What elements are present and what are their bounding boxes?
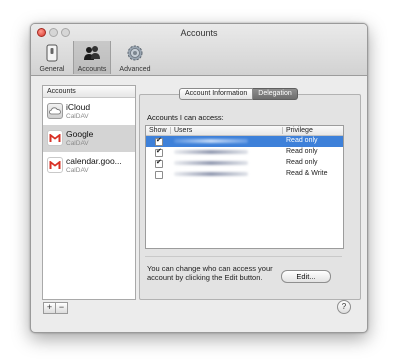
toolbar-general[interactable]: General bbox=[37, 41, 67, 74]
help-button[interactable]: ? bbox=[337, 300, 351, 314]
privilege-value: Read only bbox=[286, 159, 318, 166]
sidebar-account-icloud[interactable]: iCloud CalDAV bbox=[43, 98, 135, 125]
sidebar-account-google[interactable]: Google CalDAV bbox=[43, 125, 135, 152]
toolbar-advanced-label: Advanced bbox=[119, 66, 151, 73]
show-checkbox[interactable] bbox=[155, 171, 163, 179]
sidebar-account-calendar[interactable]: calendar.goo... CalDAV bbox=[43, 152, 135, 179]
divider bbox=[145, 256, 342, 257]
account-type: CalDAV bbox=[66, 140, 89, 147]
show-checkbox[interactable] bbox=[155, 147, 163, 157]
account-name: iCloud bbox=[66, 102, 91, 112]
account-name: Google bbox=[66, 129, 94, 139]
tab-bar: Account Information Delegation bbox=[179, 88, 298, 100]
edit-button[interactable]: Edit... bbox=[281, 270, 331, 283]
table-header: Show Users Privilege bbox=[146, 126, 343, 136]
accounts-sidebar: Accounts iCloud CalDAV Google CalDAV cal… bbox=[42, 85, 136, 300]
user-redacted bbox=[174, 161, 248, 165]
column-show[interactable]: Show bbox=[149, 126, 167, 135]
column-users[interactable]: Users bbox=[174, 126, 192, 135]
toolbar-advanced[interactable]: Advanced bbox=[115, 41, 155, 74]
user-redacted bbox=[174, 172, 248, 176]
toolbar-general-label: General bbox=[39, 66, 65, 73]
account-type: CalDAV bbox=[66, 113, 89, 120]
tab-delegation[interactable]: Delegation bbox=[253, 88, 298, 100]
accounts-access-label: Accounts I can access: bbox=[147, 113, 224, 122]
table-row[interactable]: Read only bbox=[146, 158, 343, 169]
privilege-value: Read & Write bbox=[286, 170, 328, 177]
advanced-gear-icon bbox=[126, 44, 144, 62]
accounts-people-icon bbox=[83, 44, 101, 62]
tab-account-information[interactable]: Account Information bbox=[179, 88, 254, 100]
delegation-table: Show Users Privilege Read only Read only… bbox=[145, 125, 344, 249]
edit-help-text: You can change who can access your accou… bbox=[147, 264, 273, 282]
toolbar-accounts-label: Accounts bbox=[77, 66, 107, 73]
gmail-icon bbox=[47, 157, 63, 173]
table-row[interactable]: Read only bbox=[146, 147, 343, 158]
table-row[interactable]: Read & Write bbox=[146, 169, 343, 180]
sidebar-header: Accounts bbox=[43, 86, 135, 98]
table-row[interactable]: Read only bbox=[146, 136, 343, 147]
accounts-window: Accounts General Accounts Advanced Accou… bbox=[30, 23, 368, 333]
privilege-value: Read only bbox=[286, 137, 318, 144]
column-privilege[interactable]: Privilege bbox=[286, 126, 313, 135]
window-title: Accounts bbox=[180, 28, 218, 38]
remove-account-button[interactable]: − bbox=[55, 302, 68, 314]
privilege-value: Read only bbox=[286, 148, 318, 155]
user-redacted bbox=[174, 150, 248, 154]
toolbar-accounts[interactable]: Accounts bbox=[73, 41, 111, 74]
show-checkbox[interactable] bbox=[155, 136, 163, 146]
gmail-icon bbox=[47, 130, 63, 146]
icloud-icon bbox=[47, 103, 63, 119]
titlebar: Accounts General Accounts Advanced bbox=[31, 24, 367, 76]
account-name: calendar.goo... bbox=[66, 156, 122, 166]
account-type: CalDAV bbox=[66, 167, 89, 174]
user-redacted bbox=[174, 139, 248, 143]
general-switch-icon bbox=[43, 44, 61, 62]
show-checkbox[interactable] bbox=[155, 158, 163, 168]
